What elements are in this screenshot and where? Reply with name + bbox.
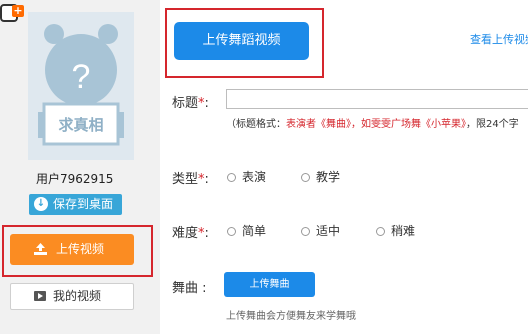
avatar-placeholder-icon: ? 求真相	[38, 24, 124, 146]
plus-icon: +	[12, 4, 24, 17]
radio-icon	[227, 227, 236, 236]
radio-icon	[376, 227, 385, 236]
upload-video-label: 上传视频	[56, 242, 105, 256]
song-colon: :	[202, 281, 207, 296]
radio-icon	[301, 227, 310, 236]
type-radio-performance[interactable]: 表演	[227, 168, 266, 185]
username: 用户7962915	[36, 172, 114, 186]
difficulty-radio-easy[interactable]: 简单	[227, 222, 266, 239]
avatar: ? 求真相	[28, 12, 134, 160]
hint-prefix: （标题格式：	[226, 119, 286, 130]
difficulty-colon: :	[204, 226, 209, 241]
song-field-label: 舞曲 :	[172, 277, 207, 296]
placard-text: 求真相	[58, 116, 103, 134]
save-to-desktop-button[interactable]: ↓ 保存到桌面	[29, 194, 122, 215]
difficulty-option-label: 简单	[242, 224, 267, 238]
upload-song-hint: 上传舞曲会方便舞友来学舞哦	[226, 311, 356, 322]
download-icon: ↓	[34, 197, 48, 211]
type-radio-teaching[interactable]: 教学	[301, 168, 340, 185]
title-label-text: 标题	[172, 96, 199, 111]
difficulty-radio-medium[interactable]: 适中	[301, 222, 340, 239]
type-label-text: 类型	[172, 172, 199, 187]
upload-icon	[34, 243, 47, 255]
upload-dance-video-button[interactable]: 上传舞蹈视频	[174, 22, 309, 60]
my-videos-label: 我的视频	[53, 289, 102, 303]
save-to-desktop-label: 保存到桌面	[53, 197, 114, 211]
hint-example: 表演者《舞曲》，如雯雯广场舞《小苹果》	[286, 119, 466, 130]
radio-icon	[227, 173, 236, 182]
difficulty-option-label: 适中	[316, 224, 341, 238]
add-upload-icon[interactable]: +	[0, 4, 24, 22]
difficulty-option-label: 稍难	[391, 224, 416, 238]
video-play-icon	[34, 291, 46, 301]
type-option-label: 表演	[242, 170, 267, 184]
question-mark: ?	[72, 58, 91, 96]
type-field-label: 类型*:	[172, 168, 209, 187]
title-input[interactable]	[226, 89, 528, 109]
my-videos-button[interactable]: 我的视频	[10, 283, 134, 310]
radio-icon	[301, 173, 310, 182]
difficulty-radio-hard[interactable]: 稍难	[376, 222, 415, 239]
title-format-hint: （标题格式：表演者《舞曲》，如雯雯广场舞《小苹果》，限24个字	[226, 115, 519, 130]
upload-video-button[interactable]: 上传视频	[10, 234, 134, 265]
hint-suffix: ，限24个字	[466, 119, 519, 130]
type-option-label: 教学	[316, 170, 341, 184]
song-label-text: 舞曲	[172, 281, 199, 296]
difficulty-label-text: 难度	[172, 226, 199, 241]
difficulty-field-label: 难度*:	[172, 222, 209, 241]
upload-song-button[interactable]: 上传舞曲	[224, 272, 315, 297]
type-colon: :	[204, 172, 209, 187]
view-uploaded-videos-link[interactable]: 查看上传视频	[470, 31, 528, 47]
title-colon: :	[204, 96, 209, 111]
title-field-label: 标题*:	[172, 92, 209, 111]
